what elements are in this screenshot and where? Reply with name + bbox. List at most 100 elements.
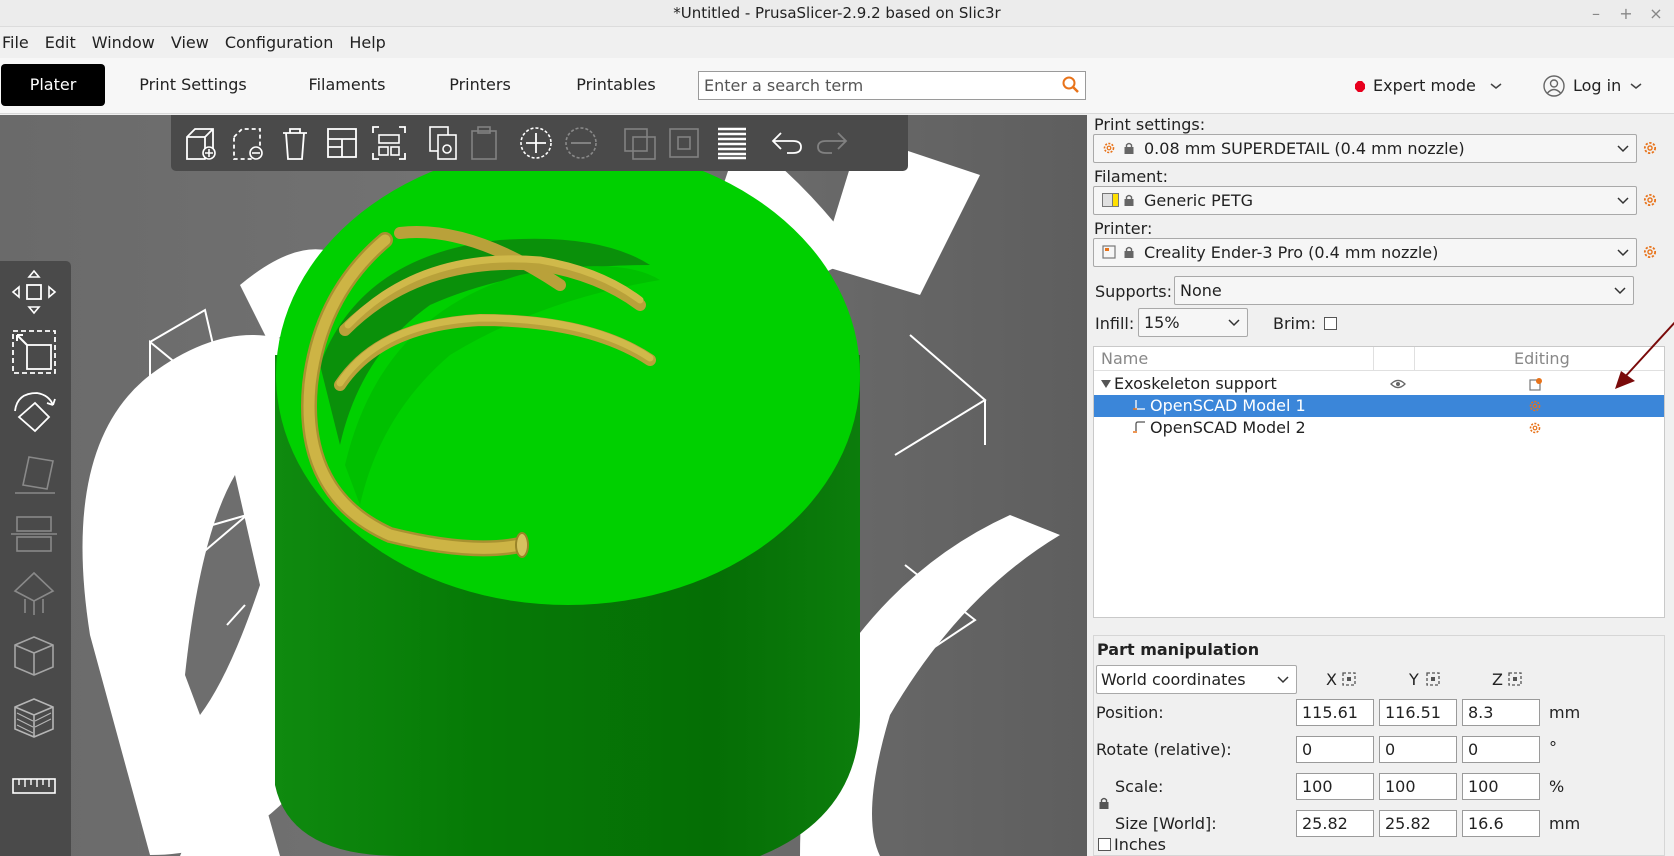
printer-edit-icon[interactable] (1642, 244, 1658, 260)
undo-icon[interactable] (767, 123, 807, 163)
search-placeholder: Enter a search term (704, 76, 864, 95)
3d-viewport[interactable] (0, 115, 1087, 856)
menu-view[interactable]: View (163, 28, 217, 58)
menu-bar: File Edit Window View Configuration Help (0, 28, 1674, 58)
size-x-field[interactable]: 25.82 (1296, 810, 1374, 837)
filament-value: Generic PETG (1144, 191, 1254, 210)
position-label: Position: (1096, 703, 1164, 722)
filament-color-icon (1102, 193, 1119, 207)
title-bar: *Untitled - PrusaSlicer-2.9.2 based on S… (0, 0, 1674, 27)
search-input[interactable]: Enter a search term (698, 71, 1086, 100)
scale-y-field[interactable]: 100 (1379, 773, 1457, 800)
move-icon[interactable] (9, 267, 59, 317)
menu-configuration[interactable]: Configuration (217, 28, 342, 58)
tab-print-settings[interactable]: Print Settings (124, 64, 262, 106)
object-settings-icon[interactable] (1529, 377, 1543, 391)
tab-filaments[interactable]: Filaments (296, 64, 398, 106)
rotate-x-field[interactable]: 0 (1296, 736, 1374, 763)
drop-to-bed-icon[interactable] (1426, 672, 1440, 686)
size-label: Size [World]: (1115, 814, 1217, 833)
supports-combo[interactable]: None (1174, 276, 1634, 305)
maximize-button[interactable]: + (1618, 0, 1634, 27)
copy-icon[interactable] (424, 123, 464, 163)
chevron-down-icon (1228, 319, 1240, 327)
scale-icon[interactable] (9, 327, 59, 377)
menu-window[interactable]: Window (84, 28, 163, 58)
split-parts-icon (669, 128, 699, 158)
chevron-down-icon (1277, 676, 1289, 684)
printer-combo[interactable]: Creality Ender-3 Pro (0.4 mm nozzle) (1093, 238, 1637, 267)
tab-printers[interactable]: Printers (430, 64, 530, 106)
filament-edit-icon[interactable] (1642, 192, 1658, 208)
gear-icon[interactable] (1528, 421, 1542, 435)
print-settings-edit-icon[interactable] (1642, 140, 1658, 156)
menu-help[interactable]: Help (341, 28, 393, 58)
modifier-icon (1133, 421, 1145, 433)
axis-z-label: Z (1492, 670, 1503, 689)
close-button[interactable]: × (1648, 0, 1664, 27)
position-x-field[interactable]: 115.61 (1296, 699, 1374, 726)
axis-x-label: X (1326, 670, 1337, 689)
chevron-down-icon (1617, 145, 1629, 153)
modifier-icon (1133, 400, 1145, 410)
layers-editing-icon[interactable] (712, 123, 752, 163)
chevron-down-icon (1490, 83, 1502, 89)
minimize-button[interactable]: – (1588, 0, 1604, 27)
filament-combo[interactable]: Generic PETG (1093, 186, 1637, 215)
object-row[interactable]: Exoskeleton support (1094, 373, 1664, 395)
inches-checkbox[interactable] (1098, 838, 1111, 851)
size-z-field[interactable]: 16.6 (1462, 810, 1540, 837)
infill-combo[interactable]: 15% (1138, 308, 1248, 337)
add-object-icon[interactable] (181, 123, 221, 163)
tab-bar: Plater Print Settings Filaments Printers… (0, 58, 1674, 114)
mode-selector[interactable]: Expert mode (1355, 71, 1503, 100)
expand-arrow-icon[interactable] (1101, 380, 1111, 389)
brim-checkbox[interactable] (1324, 317, 1337, 330)
left-toolbar (0, 261, 71, 856)
add-instance-icon[interactable] (516, 123, 556, 163)
tab-plater[interactable]: Plater (1, 64, 105, 106)
print-settings-value: 0.08 mm SUPERDETAIL (0.4 mm nozzle) (1144, 139, 1465, 158)
coordinate-system-select[interactable]: World coordinates (1096, 665, 1297, 694)
lock-icon[interactable] (1097, 796, 1111, 810)
arrange-icon[interactable] (322, 123, 362, 163)
search-icon[interactable] (1061, 75, 1081, 95)
rotate-z-field[interactable]: 0 (1462, 736, 1540, 763)
gear-icon[interactable] (1528, 399, 1542, 413)
modifier-name: OpenSCAD Model 1 (1150, 396, 1306, 415)
measure-icon[interactable] (9, 761, 59, 811)
drop-to-bed-icon[interactable] (1342, 672, 1356, 686)
menu-file[interactable]: File (0, 28, 37, 58)
size-y-field[interactable]: 25.82 (1379, 810, 1457, 837)
scene[interactable] (0, 115, 1087, 856)
delete-object-icon[interactable] (228, 123, 268, 163)
modifier-row-selected[interactable]: OpenSCAD Model 1 (1094, 395, 1664, 417)
print-settings-combo[interactable]: 0.08 mm SUPERDETAIL (0.4 mm nozzle) (1093, 134, 1637, 163)
delete-all-icon[interactable] (275, 123, 315, 163)
drop-to-bed-icon[interactable] (1508, 672, 1522, 686)
user-icon (1543, 74, 1565, 97)
column-name[interactable]: Name (1101, 349, 1148, 368)
rotate-icon[interactable] (9, 387, 59, 437)
scale-x-field[interactable]: 100 (1296, 773, 1374, 800)
supports-value: None (1180, 281, 1222, 300)
position-y-field[interactable]: 116.51 (1379, 699, 1457, 726)
arrange-selection-icon[interactable] (369, 123, 409, 163)
printer-label: Printer: (1094, 219, 1153, 238)
tab-printables[interactable]: Printables (566, 64, 666, 106)
lock-icon (1124, 194, 1134, 206)
paste-icon (471, 126, 497, 160)
position-z-field[interactable]: 8.3 (1462, 699, 1540, 726)
redo-icon (817, 132, 848, 154)
window-controls: – + × (1588, 0, 1664, 27)
modifier-row[interactable]: OpenSCAD Model 2 (1094, 417, 1664, 439)
infill-label: Infill: (1095, 314, 1135, 333)
column-editing[interactable]: Editing (1514, 349, 1570, 368)
menu-edit[interactable]: Edit (37, 28, 84, 58)
part-manipulation-title: Part manipulation (1097, 640, 1260, 659)
filament-label: Filament: (1094, 167, 1168, 186)
login-button[interactable]: Log in (1543, 71, 1643, 100)
scale-z-field[interactable]: 100 (1462, 773, 1540, 800)
rotate-y-field[interactable]: 0 (1379, 736, 1457, 763)
eye-icon[interactable] (1390, 379, 1406, 389)
